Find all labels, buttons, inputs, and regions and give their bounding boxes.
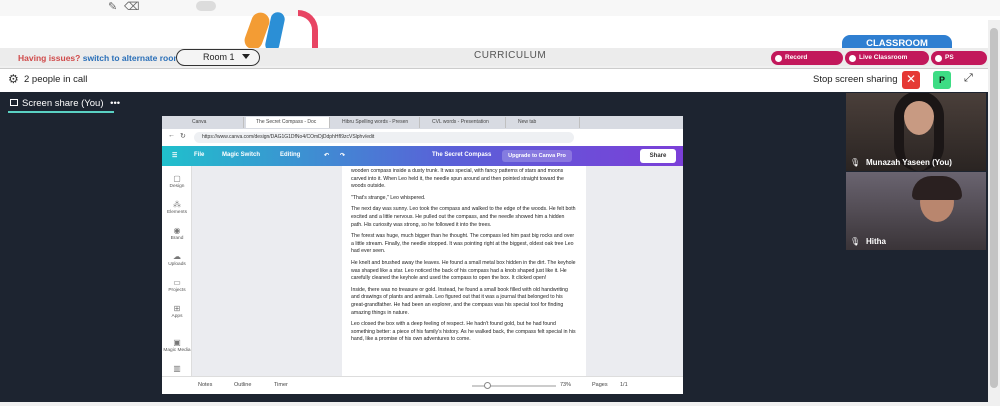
page-count: 1/1 <box>620 382 628 388</box>
browser-tab[interactable]: CVL words - Presentation <box>422 117 506 128</box>
magic-switch-button[interactable]: Magic Switch <box>222 152 260 158</box>
url-field[interactable]: https://www.canva.com/design/DAG1G1DfNo4… <box>194 132 574 143</box>
folder-icon: ▭ <box>173 278 181 287</box>
record-icon <box>775 54 782 62</box>
page-scrollbar-thumb[interactable] <box>990 28 998 388</box>
moments-icon <box>935 54 942 62</box>
browser-tab[interactable]: Canva <box>182 117 244 128</box>
canva-toolbar: ☰ File Magic Switch Editing ↶ ↷ The Secr… <box>162 146 683 166</box>
participant-tile[interactable]: 🎙 Hitha <box>846 172 986 250</box>
brand-icon: ◉ <box>173 226 181 235</box>
room-select-value: Room 1 <box>203 52 235 62</box>
sidebar-item-design[interactable]: ▢ Design <box>162 174 192 189</box>
file-menu[interactable]: File <box>194 152 204 158</box>
top-toolbar: ✎ ⌫ <box>0 0 1000 16</box>
bottom-strip <box>0 402 988 406</box>
support-icon <box>849 54 856 62</box>
document-page[interactable]: wooden compass inside a dusty trunk. It … <box>342 166 586 376</box>
notes-button[interactable]: Notes <box>198 382 212 388</box>
pencil-icon[interactable]: ✎ <box>108 0 117 13</box>
screen-share-label: Screen share (You) <box>22 98 104 109</box>
participant-name: Munazah Yaseen (You) <box>866 158 952 167</box>
apps-icon: ⊞ <box>173 304 181 313</box>
issue-notice: Having issues? switch to alternate room <box>18 53 181 63</box>
canva-sidebar: ▢ Design ⁂ Elements ◉ Brand ☁ Uploads ▭ Proje… <box>162 166 192 376</box>
sidebar-item-elements[interactable]: ⁂ Elements <box>162 200 192 215</box>
chart-icon: ▥ <box>173 364 181 373</box>
sidebar-item-brand[interactable]: ◉ Brand <box>162 226 192 241</box>
more-options-icon[interactable]: ••• <box>106 98 120 109</box>
doc-paragraph: The forest was huge, much bigger than he… <box>351 233 575 255</box>
doc-paragraph: wooden compass inside a dusty trunk. It … <box>351 168 564 190</box>
mic-off-icon: 🎙 <box>850 158 861 167</box>
pages-button[interactable]: Pages <box>592 382 608 388</box>
canvas-area: wooden compass inside a dusty trunk. It … <box>192 166 683 376</box>
chevron-down-icon <box>242 54 250 59</box>
doc-paragraph: Inside, there was no treasure or gold. I… <box>351 286 568 316</box>
mic-icon: 🎙 <box>850 237 861 246</box>
screen-share-tab[interactable]: Screen share (You) ••• <box>10 98 120 109</box>
browser-tab[interactable]: New tab <box>508 117 580 128</box>
browser-tab-strip: Canva The Secret Compass - Doc Hibru Spe… <box>162 116 683 129</box>
browser-tab[interactable]: Hibru Spelling words - Presen <box>332 117 420 128</box>
share-button[interactable]: Share <box>640 149 676 163</box>
shared-screen: Canva The Secret Compass - Doc Hibru Spe… <box>162 116 683 394</box>
zoom-slider-handle[interactable] <box>484 382 491 389</box>
ps-moments-button[interactable]: PS Moments <box>931 51 987 75</box>
sidebar-item-projects[interactable]: ▭ Projects <box>162 278 192 293</box>
canva-footer: Notes Outline Timer 73% Pages 1/1 <box>162 376 683 394</box>
magic-media-icon: ▣ <box>173 338 181 347</box>
back-icon[interactable]: ← <box>168 132 175 139</box>
avatar[interactable]: P <box>933 71 951 89</box>
upgrade-button[interactable]: Upgrade to Canva Pro <box>502 150 572 162</box>
sidebar-item-charts[interactable]: ▥ <box>162 364 192 374</box>
participant-tile[interactable]: 🎙 Munazah Yaseen (You) <box>846 93 986 171</box>
timer-button[interactable]: Timer <box>274 382 288 388</box>
address-bar-row: ← ↻ https://www.canva.com/design/DAG1G1D… <box>162 129 683 146</box>
doc-paragraph: The next day was sunny. Leo took the com… <box>351 206 576 228</box>
design-icon: ▢ <box>173 174 181 183</box>
eraser-icon[interactable]: ⌫ <box>124 0 140 13</box>
doc-paragraph: Leo closed the box with a deep feeling o… <box>351 321 576 343</box>
stop-sharing-label[interactable]: Stop screen sharing <box>813 74 898 85</box>
curriculum-tab[interactable]: CURRICULUM <box>474 50 546 61</box>
room-select[interactable]: Room 1 <box>176 49 260 66</box>
stop-sharing-button[interactable]: ✕ <box>902 71 920 89</box>
participant-video-hair <box>912 176 962 200</box>
undo-icon[interactable]: ↶ <box>324 152 329 159</box>
upload-icon: ☁ <box>173 252 181 261</box>
record-classroom-button[interactable]: Record Classroom <box>771 51 843 75</box>
zoom-level[interactable]: 73% <box>560 382 571 388</box>
browser-tab[interactable]: The Secret Compass - Doc <box>246 117 330 128</box>
gear-icon[interactable]: ⚙ <box>8 72 19 86</box>
toggle-switch[interactable] <box>196 1 216 11</box>
sidebar-item-apps[interactable]: ⊞ Apps <box>162 304 192 319</box>
fullscreen-icon[interactable]: ⤢ <box>964 72 973 85</box>
outline-button[interactable]: Outline <box>234 382 251 388</box>
alternate-room-link[interactable]: switch to alternate room <box>83 53 181 63</box>
document-title[interactable]: The Secret Compass <box>432 152 491 158</box>
doc-paragraph: He knelt and brushed away the leaves. He… <box>351 259 576 282</box>
participant-name: Hitha <box>866 237 886 246</box>
live-support-button[interactable]: Live Classroom Support <box>845 51 929 75</box>
menu-icon[interactable]: ☰ <box>172 152 177 159</box>
reload-icon[interactable]: ↻ <box>180 132 186 140</box>
editing-mode-button[interactable]: Editing <box>280 152 300 158</box>
doc-paragraph: "That's strange," Leo whispered. <box>351 194 426 201</box>
redo-icon[interactable]: ↷ <box>340 152 345 159</box>
active-tab-indicator <box>8 111 114 113</box>
sidebar-item-magic-media[interactable]: ▣ Magic Media <box>162 338 192 353</box>
elements-icon: ⁂ <box>173 200 181 209</box>
people-count[interactable]: 2 people in call <box>24 74 87 85</box>
sidebar-item-uploads[interactable]: ☁ Uploads <box>162 252 192 267</box>
issue-text: Having issues? <box>18 53 81 63</box>
